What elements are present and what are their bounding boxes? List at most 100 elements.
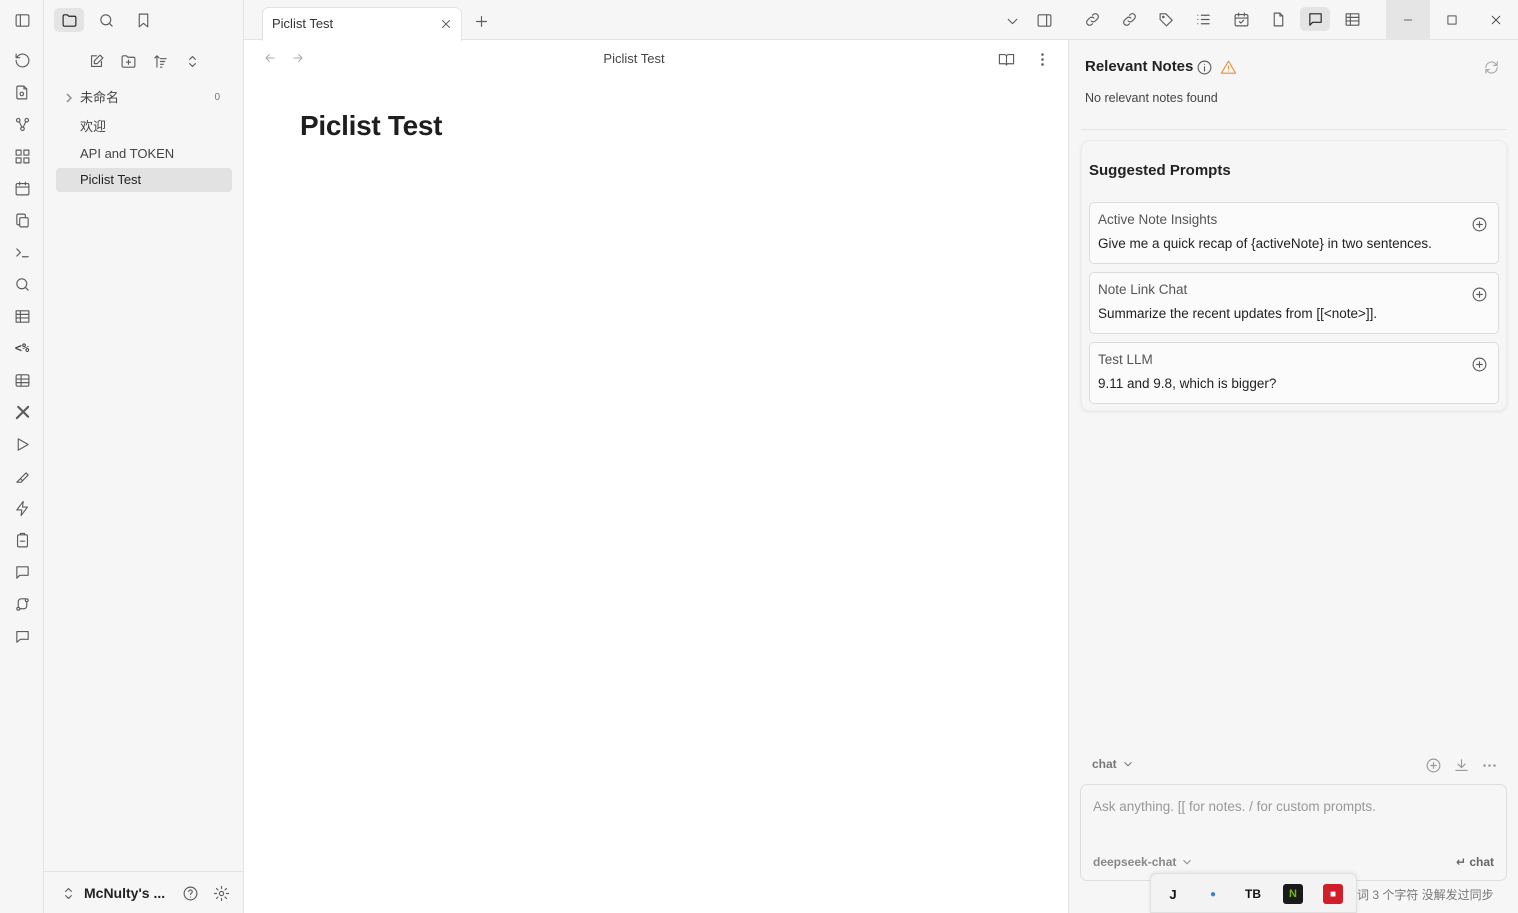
taskbar-app-icon[interactable]: TB bbox=[1243, 884, 1263, 904]
warning-icon[interactable] bbox=[1219, 58, 1237, 76]
view-header: Piclist Test bbox=[244, 40, 1069, 78]
prompt-card[interactable]: Note Link Chat Summarize the recent upda… bbox=[1089, 272, 1499, 334]
tree-file-item[interactable]: API and TOKEN bbox=[56, 142, 232, 166]
table-tab-icon[interactable] bbox=[1337, 7, 1367, 31]
new-tab-icon[interactable] bbox=[472, 12, 490, 30]
calendar-icon[interactable] bbox=[13, 179, 31, 197]
grid-icon[interactable] bbox=[13, 371, 31, 389]
close-tab-icon[interactable] bbox=[437, 15, 455, 33]
backlinks-icon[interactable] bbox=[1077, 7, 1107, 31]
chevron-right-icon bbox=[64, 92, 74, 104]
chat-input-box[interactable]: Ask anything. [[ for notes. / for custom… bbox=[1080, 784, 1507, 881]
chevron-down-icon bbox=[1183, 859, 1192, 865]
tools-icon[interactable] bbox=[13, 403, 31, 421]
left-sidebar: 未命名 0 欢迎 API and TOKEN Piclist Test McNu… bbox=[44, 0, 244, 913]
templater-icon[interactable]: <% bbox=[13, 339, 31, 357]
search-tab-icon[interactable] bbox=[91, 8, 121, 32]
sidebar-toggle-icon[interactable] bbox=[13, 11, 31, 29]
files-tab-icon[interactable] bbox=[54, 8, 84, 32]
tab-piclist-test[interactable]: Piclist Test bbox=[262, 7, 462, 41]
message-icon[interactable] bbox=[13, 627, 31, 645]
canvas-icon[interactable] bbox=[13, 147, 31, 165]
save-chat-download-icon[interactable] bbox=[1452, 756, 1470, 774]
help-icon[interactable] bbox=[181, 884, 199, 902]
import-icon[interactable] bbox=[13, 83, 31, 101]
toggle-right-sidebar-icon[interactable] bbox=[1035, 11, 1053, 29]
breadcrumb[interactable]: Piclist Test bbox=[244, 51, 1024, 66]
chat-icon[interactable] bbox=[13, 563, 31, 581]
tree-folder-item[interactable]: 未命名 0 bbox=[56, 86, 232, 110]
calendar-tab-icon[interactable] bbox=[1226, 7, 1256, 31]
main-editor: Piclist Test Piclist Test Piclist Test bbox=[244, 0, 1069, 913]
branch-icon[interactable] bbox=[13, 595, 31, 613]
refresh-icon[interactable] bbox=[1482, 58, 1500, 76]
prompt-card[interactable]: Active Note Insights Give me a quick rec… bbox=[1089, 202, 1499, 264]
close-window-button[interactable] bbox=[1474, 0, 1518, 40]
maximize-button[interactable] bbox=[1430, 0, 1474, 40]
bookmark-tab-icon[interactable] bbox=[128, 8, 158, 32]
tags-icon[interactable] bbox=[1151, 7, 1181, 31]
add-prompt-icon[interactable] bbox=[1470, 285, 1488, 303]
clipboard-icon[interactable] bbox=[13, 531, 31, 549]
mode-label: chat bbox=[1092, 757, 1117, 771]
chevron-down-icon bbox=[1123, 761, 1132, 767]
tree-item-label: 欢迎 bbox=[80, 119, 107, 134]
outgoing-links-icon[interactable] bbox=[1114, 7, 1144, 31]
taskbar-app-icon[interactable]: ■ bbox=[1323, 884, 1343, 904]
file-icon[interactable] bbox=[1263, 7, 1293, 31]
taskbar-app-icon[interactable]: J bbox=[1163, 884, 1183, 904]
play-icon[interactable] bbox=[13, 435, 31, 453]
prompt-title: Note Link Chat bbox=[1098, 282, 1188, 297]
prompt-card[interactable]: Test LLM 9.11 and 9.8, which is bigger? bbox=[1089, 342, 1499, 404]
status-bar: 词 3 个字符 没解发过同步 bbox=[1357, 888, 1494, 902]
suggested-prompts-section: Suggested Prompts Active Note Insights G… bbox=[1081, 140, 1507, 411]
note-title[interactable]: Piclist Test bbox=[300, 110, 442, 142]
tree-file-item-active[interactable]: Piclist Test bbox=[56, 168, 232, 192]
tab-list-chevron-icon[interactable] bbox=[1003, 12, 1021, 30]
new-chat-icon[interactable] bbox=[1424, 756, 1442, 774]
collapse-all-icon[interactable] bbox=[183, 52, 201, 70]
relevant-notes-section: Relevant Notes No relevant notes found bbox=[1081, 40, 1506, 130]
lightning-icon[interactable] bbox=[13, 499, 31, 517]
terminal-icon[interactable] bbox=[13, 243, 31, 261]
copilot-chat-tab-icon[interactable] bbox=[1300, 7, 1330, 31]
reading-view-book-icon[interactable] bbox=[997, 50, 1015, 68]
model-selector[interactable]: deepseek-chat bbox=[1093, 855, 1194, 869]
vault-bar: McNulty's ... bbox=[44, 871, 244, 913]
new-folder-icon[interactable] bbox=[119, 52, 137, 70]
taskbar-app-icon[interactable]: N bbox=[1283, 884, 1303, 904]
settings-gear-icon[interactable] bbox=[212, 884, 230, 902]
send-chat-button[interactable]: ↵ chat bbox=[1456, 855, 1494, 869]
prompt-title: Active Note Insights bbox=[1098, 212, 1218, 227]
highlighter-icon[interactable] bbox=[13, 467, 31, 485]
vault-switch-icon[interactable] bbox=[59, 884, 77, 902]
add-prompt-icon[interactable] bbox=[1470, 355, 1488, 373]
search-icon[interactable] bbox=[13, 275, 31, 293]
mode-selector[interactable]: chat bbox=[1092, 757, 1135, 771]
graph-icon[interactable] bbox=[13, 115, 31, 133]
copy-icon[interactable] bbox=[13, 211, 31, 229]
suggested-prompts-title: Suggested Prompts bbox=[1089, 162, 1231, 179]
taskbar-app-icon[interactable]: ● bbox=[1203, 884, 1223, 904]
outline-icon[interactable] bbox=[1188, 7, 1218, 31]
sort-icon[interactable] bbox=[151, 52, 169, 70]
prompt-text: Give me a quick recap of {activeNote} in… bbox=[1098, 236, 1432, 251]
relevant-notes-title: Relevant Notes bbox=[1085, 58, 1194, 75]
more-options-icon[interactable] bbox=[1033, 50, 1051, 68]
window-controls bbox=[1386, 0, 1518, 40]
right-sidebar: Relevant Notes No relevant notes found S… bbox=[1069, 0, 1518, 913]
tree-file-item[interactable]: 欢迎 bbox=[56, 115, 232, 139]
new-note-icon[interactable] bbox=[87, 52, 105, 70]
tree-item-label: Piclist Test bbox=[80, 172, 142, 187]
minimize-button[interactable] bbox=[1386, 0, 1430, 40]
prompt-text: 9.11 and 9.8, which is bigger? bbox=[1098, 376, 1277, 391]
info-icon[interactable] bbox=[1195, 58, 1213, 76]
ribbon: <% bbox=[0, 0, 44, 913]
chat-input-placeholder[interactable]: Ask anything. [[ for notes. / for custom… bbox=[1093, 799, 1376, 814]
sync-icon[interactable] bbox=[13, 51, 31, 69]
table-icon[interactable] bbox=[13, 307, 31, 325]
more-horizontal-icon[interactable] bbox=[1480, 756, 1498, 774]
add-prompt-icon[interactable] bbox=[1470, 215, 1488, 233]
taskbar-overflow: J ● TB N ■ bbox=[1150, 873, 1357, 913]
vault-name[interactable]: McNulty's ... bbox=[84, 885, 165, 901]
